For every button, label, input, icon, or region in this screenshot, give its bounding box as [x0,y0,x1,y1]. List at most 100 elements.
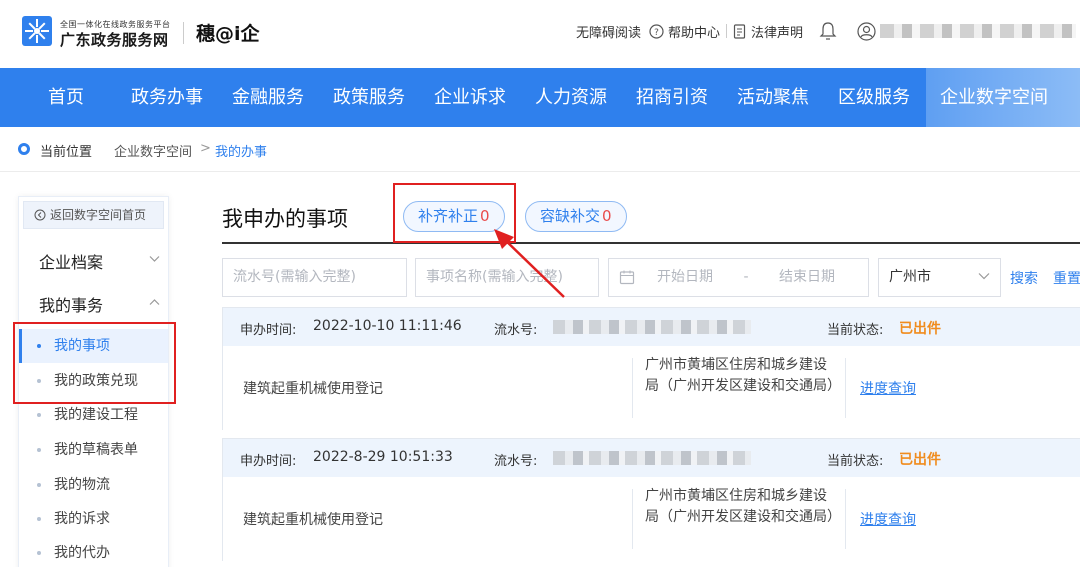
end-date-placeholder: 结束日期 [778,269,835,285]
bell-icon [819,21,837,41]
location-dot-icon [18,143,30,155]
date-range-picker[interactable]: 开始日期 - 结束日期 [608,258,869,297]
sidebar-group-label: 企业档案 [39,253,104,272]
city-select-value: 广州市 [889,269,931,285]
nav-item-government-affairs[interactable]: 政务办事 [131,68,203,127]
calendar-icon [619,270,635,285]
progress-query-link[interactable]: 进度查询 [860,378,916,398]
back-label: 返回数字空间首页 [50,208,147,222]
annotation-arrow-icon [494,229,565,298]
bullet [37,483,41,487]
sidebar-item-label: 我的草稿表单 [54,442,138,458]
nav-item-district-services[interactable]: 区级服务 [838,68,910,127]
logo-divider [183,22,184,44]
divider [845,489,846,549]
legal-notice-link[interactable]: 法律声明 [733,22,803,41]
department-name: 广州市黄埔区住房和城乡建设局（广州开发区建设和交通局） [645,488,841,525]
nav-item-events[interactable]: 活动聚焦 [737,68,809,127]
nav-item-policy-services[interactable]: 政策服务 [333,68,405,127]
annotation-box-sidebar [13,322,176,404]
bullet [37,413,41,417]
record-body: 建筑起重机械使用登记 广州市黄埔区住房和城乡建设局（广州开发区建设和交通局） 进… [223,477,1080,561]
search-button[interactable]: 搜索 [1010,268,1038,288]
serial-number-redacted [553,451,751,465]
reset-button[interactable]: 重置 [1053,268,1080,288]
sidebar-group-label: 我的事务 [39,296,104,315]
logo-title[interactable]: 广东政务服务网 [60,29,169,50]
user-name-redacted[interactable] [880,24,1076,38]
record-header: 申办时间: 2022-10-10 11:11:46 流水号: 当前状态: 已出件 [223,308,1080,346]
nav-item-investment[interactable]: 招商引资 [636,68,708,127]
nav-item-digital-space[interactable]: 企业数字空间 [940,68,1048,127]
serial-number-input[interactable]: 流水号(需输入完整) [222,258,407,297]
sidebar-group-my-affairs[interactable]: 我的事务 [39,292,103,316]
chevron-down-icon [978,273,990,280]
apply-time-label: 申办时间: [240,454,297,469]
user-icon [857,21,876,41]
page-title: 我申办的事项 [222,207,348,231]
sidebar-group-enterprise-archive[interactable]: 企业档案 [39,249,103,273]
document-icon [733,23,747,39]
city-select[interactable]: 广州市 [878,258,1001,297]
user-menu-button[interactable] [857,21,880,41]
main-nav: 首页 政务办事 金融服务 政策服务 企业诉求 人力资源 招商引资 活动聚焦 区级… [0,68,1080,127]
status-label: 当前状态: [827,454,884,469]
site-logo-icon[interactable] [20,14,54,48]
top-links: 无障碍阅读 ? 帮助中心 法律声明 [576,21,880,41]
progress-query-link[interactable]: 进度查询 [860,509,916,529]
breadcrumb-level1[interactable]: 企业数字空间 [114,141,192,160]
status-label: 当前状态: [827,323,884,338]
sidebar-item-label: 我的诉求 [54,511,110,527]
sidebar-item-logistics[interactable]: 我的物流 [19,468,168,502]
sidebar-item-label: 我的物流 [54,477,110,493]
breadcrumb-current: 我的办事 [215,145,268,160]
breadcrumb-separator: > [200,141,211,156]
serial-number-redacted [553,320,751,334]
bullet [37,448,41,452]
help-circle-icon: ? [649,23,664,39]
start-date-placeholder: 开始日期 [657,269,713,285]
accessibility-link[interactable]: 无障碍阅读 [576,22,641,41]
notifications-button[interactable] [819,21,841,41]
accessibility-label: 无障碍阅读 [576,25,642,41]
title-divider [222,242,1080,244]
department-name: 广州市黄埔区住房和城乡建设局（广州开发区建设和交通局） [645,357,841,394]
help-center-link[interactable]: ? 帮助中心 [649,22,720,41]
record-card: 申办时间: 2022-10-10 11:11:46 流水号: 当前状态: 已出件… [222,307,1080,430]
sidebar-item-label: 我的代办 [54,545,110,561]
record-card: 申办时间: 2022-8-29 10:51:33 流水号: 当前状态: 已出件 … [222,438,1080,561]
help-center-label: 帮助中心 [668,25,721,41]
nav-item-financial-services[interactable]: 金融服务 [232,68,304,127]
top-header: 全国一体化在线政务服务平台 广东政务服务网 穗@i企 无障碍阅读 ? 帮助中心 … [0,0,1080,68]
status-badge: 已出件 [899,452,941,468]
page: 全国一体化在线政务服务平台 广东政务服务网 穗@i企 无障碍阅读 ? 帮助中心 … [0,0,1080,567]
back-to-space-home-button[interactable]: 返回数字空间首页 [23,201,164,229]
legal-notice-label: 法律声明 [751,25,804,41]
back-circle-icon [34,209,46,221]
matter-name: 建筑起重机械使用登记 [243,381,383,397]
breadcrumb-prefix: 当前位置 [40,145,93,160]
apply-time-value: 2022-8-29 10:51:33 [313,449,453,465]
record-body: 建筑起重机械使用登记 广州市黄埔区住房和城乡建设局（广州开发区建设和交通局） 进… [223,346,1080,430]
nav-item-enterprise-appeals[interactable]: 企业诉求 [434,68,506,127]
chevron-down-icon[interactable] [149,255,160,263]
nav-item-home[interactable]: 首页 [48,68,84,127]
svg-text:?: ? [654,28,659,38]
sidebar-item-draft-forms[interactable]: 我的草稿表单 [19,433,168,467]
divider [632,358,633,418]
nav-item-human-resources[interactable]: 人力资源 [535,68,607,127]
apply-time-label: 申办时间: [240,323,297,338]
divider [726,24,728,38]
tab-label: 容缺补交 [540,207,601,225]
chevron-up-icon[interactable] [149,298,160,306]
apply-time-value: 2022-10-10 11:11:46 [313,318,462,334]
status-badge: 已出件 [899,321,941,337]
sidebar-item-agency[interactable]: 我的代办 [19,536,168,567]
record-header: 申办时间: 2022-8-29 10:51:33 流水号: 当前状态: 已出件 [223,439,1080,477]
sidebar-item-appeals[interactable]: 我的诉求 [19,502,168,536]
brand-name[interactable]: 穗@i企 [196,19,260,46]
divider [632,489,633,549]
bullet [37,517,41,521]
date-separator: - [743,269,749,285]
serial-label: 流水号: [494,323,538,338]
